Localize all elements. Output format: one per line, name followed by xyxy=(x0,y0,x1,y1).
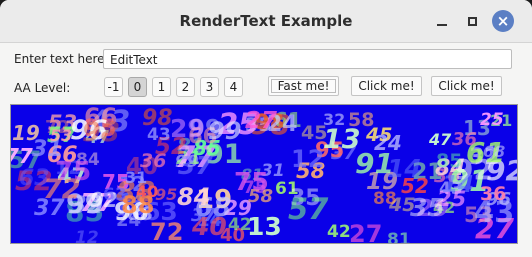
rendered-number: 29 xyxy=(170,114,205,143)
fast-me-button[interactable]: Fast me! xyxy=(268,76,339,96)
text-input[interactable]: EditText xyxy=(103,49,512,69)
rendered-number: 57 xyxy=(288,192,329,226)
rendered-number: 98 xyxy=(82,117,120,148)
rendered-number: 12 xyxy=(75,228,99,243)
close-icon[interactable]: × xyxy=(492,10,514,32)
rendered-number: 42 xyxy=(228,215,252,235)
rendered-number: 77 xyxy=(11,144,33,168)
window-title: RenderText Example xyxy=(179,12,353,30)
render-canvas[interactable]: 7598631443403712993688533221452761195792… xyxy=(10,104,518,244)
rendered-number: 53 xyxy=(50,126,72,145)
rendered-number: 43 xyxy=(147,125,171,145)
aa-level-4-button[interactable]: 4 xyxy=(224,77,243,97)
app-window: RenderText Example × Enter text here: Ed… xyxy=(0,0,532,257)
rendered-number: 72 xyxy=(150,218,183,243)
click-me-button-2[interactable]: Click me! xyxy=(431,76,502,96)
rendered-number: 47 xyxy=(428,130,452,149)
rendered-number: 27 xyxy=(245,108,277,134)
rendered-number: 19 xyxy=(12,121,40,145)
rendered-number: 99 xyxy=(208,117,241,145)
rendered-number: 37 xyxy=(178,151,213,180)
rendered-number: 95 xyxy=(155,185,177,204)
rendered-number: 27 xyxy=(349,220,382,243)
rendered-number: 12 xyxy=(291,145,324,173)
rendered-number: 13 xyxy=(247,212,282,241)
rendered-number: 84 xyxy=(177,183,210,211)
rendered-number: 81 xyxy=(387,230,411,243)
rendered-number: 85 xyxy=(436,150,462,172)
aa-level-1-button[interactable]: 1 xyxy=(152,77,171,97)
aa-level-2-button[interactable]: 2 xyxy=(176,77,195,97)
rendered-number: 36 xyxy=(480,183,506,205)
rendered-number: 68 xyxy=(483,142,505,161)
maximize-icon[interactable] xyxy=(462,11,482,31)
rendered-text-layer: 7598631443403712993688533221452761195792… xyxy=(11,105,517,243)
aa-level-label: AA Level: xyxy=(14,81,71,95)
rendered-number: 36 xyxy=(452,129,477,150)
rendered-number: 42 xyxy=(327,222,351,242)
minimize-icon[interactable] xyxy=(432,11,452,31)
rendered-number: 35 xyxy=(410,193,445,222)
rendered-number: 25 xyxy=(480,110,504,130)
focus-ring xyxy=(271,79,336,93)
title-bar[interactable]: RenderText Example × xyxy=(0,0,532,43)
rendered-number: 40 xyxy=(136,182,158,201)
rendered-number: 63 xyxy=(103,185,127,205)
rendered-number: 91 xyxy=(355,147,394,180)
click-me-button-1[interactable]: Click me! xyxy=(351,76,422,96)
text-input-label: Enter text here: xyxy=(14,52,109,66)
rendered-number: 75 xyxy=(234,167,269,196)
rendered-number: 72 xyxy=(43,174,81,205)
rendered-number: 14 xyxy=(442,172,474,198)
aa-level-0-button[interactable]: 0 xyxy=(128,77,147,97)
aa-level-3-button[interactable]: 3 xyxy=(200,77,219,97)
aa-level-minus1-button[interactable]: -1 xyxy=(104,77,123,97)
